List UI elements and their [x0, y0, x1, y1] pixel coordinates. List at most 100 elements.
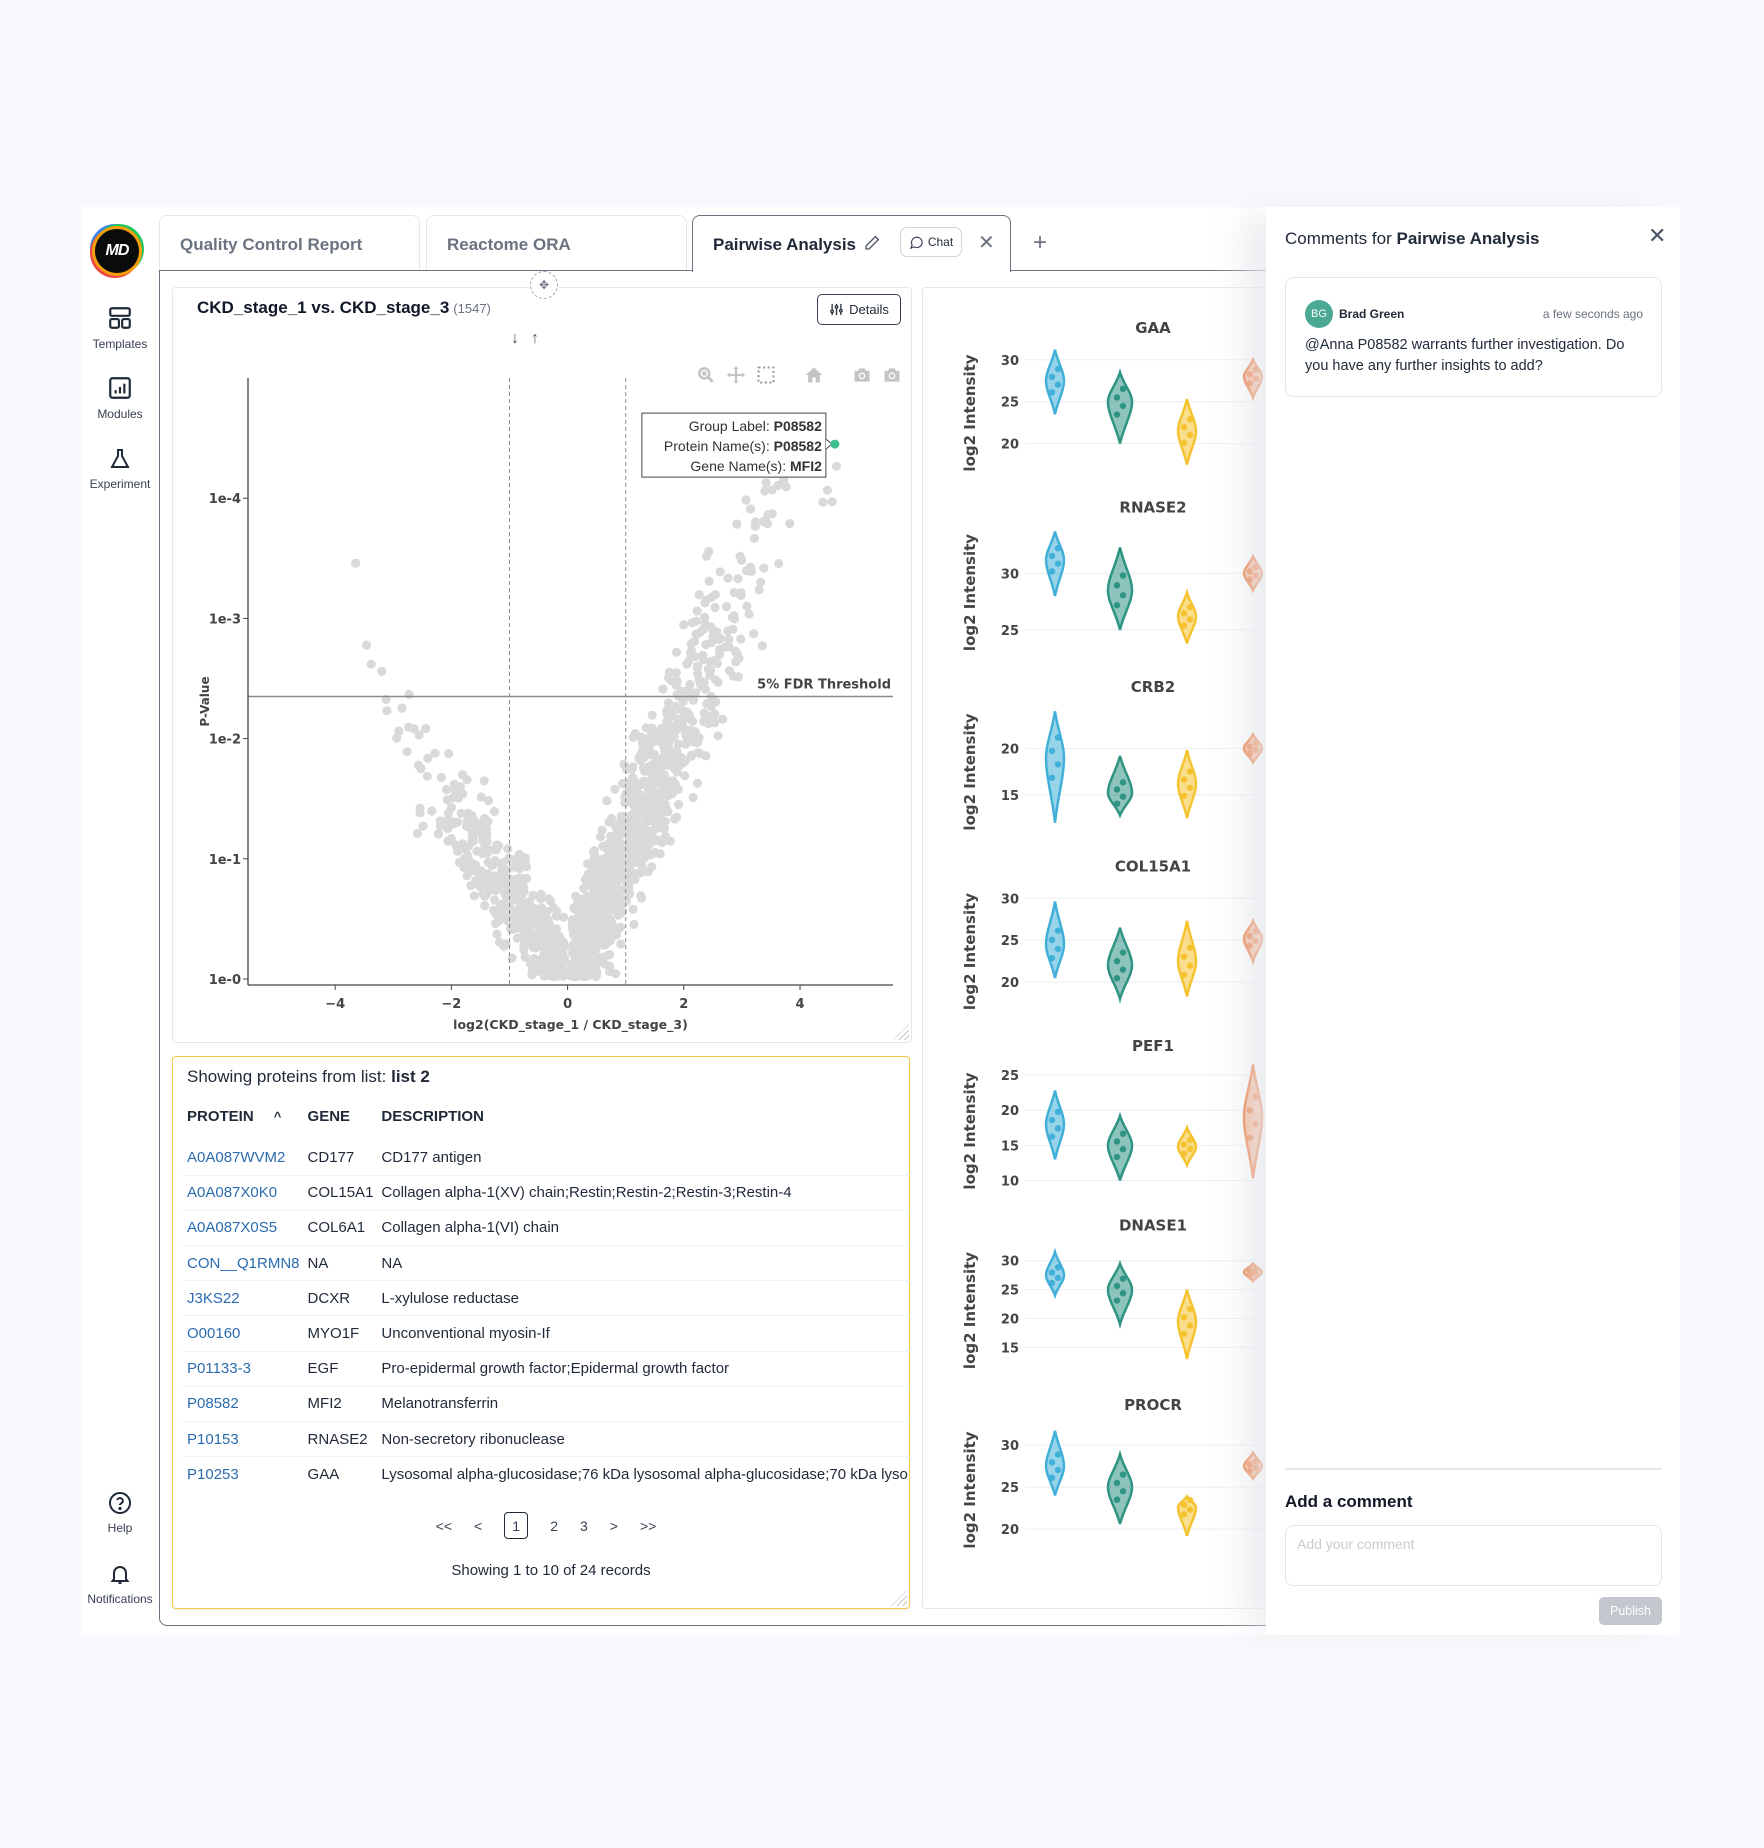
logo-text: MD: [105, 242, 130, 259]
table-row[interactable]: P10153 RNASE2 Non-secretory ribonuclease: [183, 1421, 912, 1458]
data-point: [469, 891, 479, 901]
comment-input[interactable]: [1285, 1525, 1662, 1586]
data-point: [621, 896, 632, 906]
protein-link[interactable]: A0A087X0K0: [183, 1175, 304, 1211]
data-point: [627, 779, 637, 789]
table-row[interactable]: P01133-3 EGF Pro-epidermal growth factor;E…: [183, 1351, 912, 1387]
data-point: [499, 883, 509, 893]
data-point: [394, 726, 404, 736]
protein-link[interactable]: O00160: [183, 1315, 304, 1352]
violin-point: [1119, 1130, 1127, 1137]
protein-link[interactable]: P01133-3: [183, 1351, 304, 1387]
table-row[interactable]: J3KS22 DCXR L-xylulose reductase: [183, 1280, 912, 1317]
next-page-button[interactable]: >: [610, 1518, 618, 1534]
violin-point: [1048, 373, 1056, 381]
sidebar-item-experiment[interactable]: Experiment: [81, 447, 159, 491]
column-header-description[interactable]: DESCRIPTION: [377, 1102, 911, 1140]
column-header-protein[interactable]: PROTEIN ^: [183, 1102, 304, 1140]
data-point: [754, 585, 764, 595]
sidebar-item-modules[interactable]: Modules: [81, 375, 159, 421]
data-point: [678, 758, 688, 768]
y-tick-label: 30: [1001, 892, 1019, 907]
y-tick-label: 20: [1001, 742, 1019, 757]
table-row[interactable]: P08582 MFI2 Melanotransferrin: [183, 1386, 912, 1423]
data-point: [700, 618, 710, 628]
protein-link[interactable]: J3KS22: [183, 1280, 304, 1317]
volcano-plot[interactable]: 5% FDR Threshold 1e-0 1e-1 1e-2 1e-3 1e-4 −4 −2…: [173, 288, 913, 1044]
y-tick-label: 25: [1001, 1284, 1019, 1299]
data-point: [507, 925, 517, 935]
data-point: [377, 666, 387, 676]
data-point: [671, 668, 682, 678]
tab-pairwise-analysis[interactable]: Pairwise Analysis Chat ✕: [692, 215, 1011, 272]
first-page-button[interactable]: <<: [436, 1518, 452, 1534]
chat-button[interactable]: Chat: [900, 227, 962, 257]
violin-shape: [1176, 398, 1198, 465]
protein-link[interactable]: A0A087WVM2: [183, 1140, 304, 1176]
data-point: [636, 891, 646, 901]
sidebar-item-notifications[interactable]: Notifications: [81, 1562, 159, 1606]
templates-icon: [109, 307, 131, 329]
data-point: [687, 750, 697, 760]
sidebar-item-templates[interactable]: Templates: [81, 305, 159, 351]
pencil-icon[interactable]: [863, 234, 881, 257]
add-tab-button[interactable]: +: [1033, 229, 1047, 257]
close-icon[interactable]: ✕: [1648, 223, 1666, 249]
table-row[interactable]: CON__Q1RMN8 NA NA: [183, 1245, 912, 1282]
data-point: [759, 563, 769, 573]
publish-button[interactable]: Publish: [1599, 1597, 1662, 1625]
violin-point: [1119, 572, 1127, 579]
column-header-gene[interactable]: GENE: [304, 1102, 378, 1140]
data-point: [670, 814, 680, 824]
tab-reactome-ora[interactable]: Reactome ORA: [426, 215, 687, 271]
data-point: [714, 634, 724, 645]
violin-point: [1054, 1125, 1062, 1132]
violin-shape: [1176, 1289, 1198, 1360]
prev-page-button[interactable]: <: [474, 1518, 482, 1534]
data-point: [745, 504, 756, 514]
gene-cell: GAA: [307, 1466, 340, 1484]
tooltip-line: Gene Name(s): MFI2: [690, 458, 822, 474]
table-row[interactable]: A0A087X0S5 COL6A1 Collagen alpha-1(VI) cha…: [183, 1210, 912, 1247]
page-button-3[interactable]: 3: [580, 1518, 588, 1534]
sidebar-item-help[interactable]: Help: [81, 1491, 159, 1535]
violin-shape: [1242, 553, 1264, 594]
data-point: [761, 478, 771, 488]
page-button-1[interactable]: 1: [504, 1512, 529, 1539]
violin-point: [1048, 774, 1056, 781]
data-point: [749, 533, 760, 543]
data-point: [822, 485, 833, 495]
protein-link[interactable]: P10153: [183, 1421, 304, 1458]
data-point: [741, 495, 751, 505]
protein-link[interactable]: P10253: [183, 1457, 304, 1492]
protein-table: PROTEIN ^ GENE DESCRIPTION A0A087WVM2 CD17…: [183, 1102, 912, 1492]
violin-shape: [1176, 920, 1198, 997]
protein-link[interactable]: A0A087X0S5: [183, 1210, 304, 1247]
page-button-2[interactable]: 2: [550, 1518, 558, 1534]
table-row[interactable]: A0A087X0K0 COL15A1 Collagen alpha-1(XV) ch…: [183, 1175, 912, 1211]
table-row[interactable]: P10253 GAA Lysosomal alpha-glucosidase;76 …: [183, 1457, 912, 1492]
data-point: [781, 482, 791, 492]
close-tab-icon[interactable]: ✕: [978, 230, 995, 255]
app-logo[interactable]: MD: [95, 229, 139, 273]
data-point: [589, 847, 599, 857]
tab-quality-control-report[interactable]: Quality Control Report: [159, 215, 420, 271]
table-row[interactable]: O00160 MYO1F Unconventional myosin-If: [183, 1315, 912, 1352]
violin-point: [1119, 1275, 1127, 1282]
table-row[interactable]: A0A087WVM2 CD177 CD177 antigen: [183, 1140, 912, 1176]
protein-link[interactable]: CON__Q1RMN8: [183, 1245, 304, 1282]
data-point: [504, 875, 514, 885]
data-point: [713, 677, 723, 687]
data-point: [774, 558, 784, 569]
resize-handle[interactable]: [891, 1590, 907, 1606]
data-point: [695, 748, 705, 759]
x-tick-label: −2: [441, 997, 461, 1012]
description-cell: Collagen alpha-1(XV) chain;Restin;Restin…: [377, 1175, 912, 1211]
data-point: [759, 517, 769, 527]
data-point: [515, 876, 525, 886]
sort-ascending-icon[interactable]: ^: [274, 1109, 282, 1124]
protein-link[interactable]: P08582: [183, 1386, 304, 1423]
violin-point: [1246, 371, 1254, 378]
last-page-button[interactable]: >>: [640, 1518, 656, 1534]
violin-point: [1048, 1269, 1056, 1276]
